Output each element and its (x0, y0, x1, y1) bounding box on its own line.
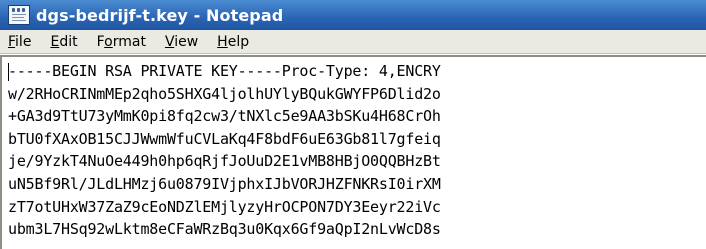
text-line: je/9YzkT4NuOe449h0hp6qRjfJoUuD2E1vMB8HBj… (8, 152, 441, 171)
text-line: ubm3L7HSq92wLktm8eCFaWRzBq3u0Kqx6Gf9aQpI… (8, 220, 441, 239)
text-line: uN5Bf9Rl/JLdLHMzj6u0879IVjphxIJbVORJHZFN… (8, 174, 441, 193)
text-line: w/2RHoCRINmMEp2qho5SHXG4ljolhUYlyBQukGWY… (8, 84, 441, 103)
editor-content[interactable]: -----BEGIN RSA PRIVATE KEY-----Proc-Type… (8, 60, 704, 249)
text-line: zT7otUHxW37ZaZ9cEoNDZlEMjlyzyHrOCPON7DY3… (8, 197, 441, 216)
menu-edit[interactable]: Edit (48, 34, 79, 50)
text-line: -----BEGIN RSA PRIVATE KEY-----Proc-Type… (8, 62, 441, 80)
menu-help[interactable]: Help (215, 34, 251, 50)
menu-view[interactable]: View (163, 34, 200, 50)
menu-format[interactable]: Format (95, 34, 148, 50)
text-caret (8, 63, 9, 81)
text-line: +GA3d9TtU73yMmK0pi8fq2cw3/tNXlc5e9AA3bSK… (8, 107, 441, 126)
menu-bar: File Edit Format View Help (0, 30, 706, 54)
text-line: bTU0fXAxOB15CJJWwmWfuCVLaKq4F8bdF6uE63Gb… (8, 129, 441, 148)
notepad-window: dgs-bedrijf-t.key - Notepad File Edit Fo… (0, 0, 706, 249)
notepad-icon (8, 5, 30, 25)
title-bar[interactable]: dgs-bedrijf-t.key - Notepad (0, 0, 706, 30)
text-editor[interactable]: -----BEGIN RSA PRIVATE KEY-----Proc-Type… (0, 55, 706, 249)
window-title: dgs-bedrijf-t.key - Notepad (36, 5, 284, 25)
menu-file[interactable]: File (6, 34, 33, 50)
